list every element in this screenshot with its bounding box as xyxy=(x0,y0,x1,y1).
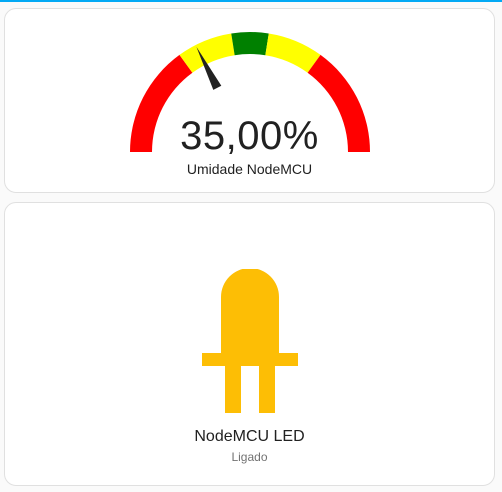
light-card[interactable]: NodeMCU LED Ligado xyxy=(4,202,495,486)
entity-name: NodeMCU LED xyxy=(194,428,305,445)
gauge-segment xyxy=(231,32,269,56)
led-on-icon[interactable] xyxy=(195,269,305,413)
gauge-value: 35,00% xyxy=(180,114,319,158)
header-accent-line xyxy=(0,0,502,2)
gauge-card[interactable]: 35,00% Umidade NodeMCU xyxy=(4,8,495,193)
gauge-name: Umidade NodeMCU xyxy=(186,161,313,177)
entity-state: Ligado xyxy=(231,450,268,464)
